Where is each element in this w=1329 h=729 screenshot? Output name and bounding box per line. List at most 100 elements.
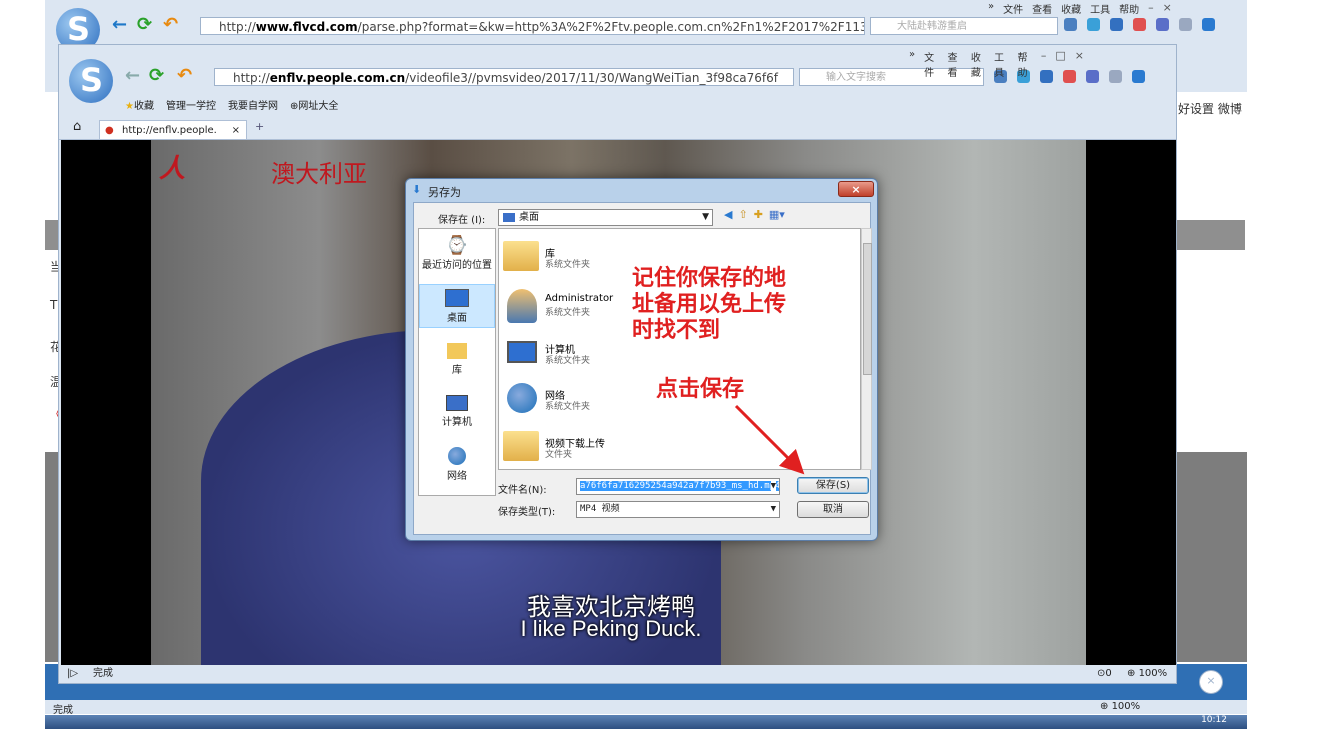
- scrollbar-thumb[interactable]: [863, 243, 872, 375]
- inner-undo-icon[interactable]: ↶: [177, 65, 192, 86]
- home-icon[interactable]: ⌂: [73, 119, 81, 134]
- inner-status-counter[interactable]: ⊙0: [1097, 665, 1112, 683]
- menu-favorites[interactable]: 收藏: [1061, 1, 1081, 16]
- undo-icon[interactable]: ↶: [163, 14, 178, 35]
- inner-menu-view[interactable]: 查看: [947, 49, 961, 79]
- network-icon: [448, 447, 466, 465]
- inner-mail-icon[interactable]: [1086, 70, 1099, 83]
- save-in-select[interactable]: 桌面 ▼: [498, 209, 713, 226]
- filetype-label: 保存类型(T):: [498, 507, 556, 518]
- channel-logo-icon: 人: [159, 154, 186, 184]
- tab-close-icon[interactable]: ×: [232, 121, 240, 140]
- bookmark-2[interactable]: 我要自学网: [228, 97, 278, 112]
- video-folder-icon: [503, 431, 539, 461]
- inner-url-path: /videofile3//pvmsvideo/2017/11/30/WangWe…: [405, 71, 778, 85]
- download-icon[interactable]: [1087, 18, 1100, 31]
- dialog-close-button[interactable]: ×: [838, 181, 874, 197]
- outer-status-zoom[interactable]: ⊕ 100%: [1100, 701, 1140, 712]
- go-back-icon[interactable]: ◀: [724, 208, 732, 221]
- file-list-scrollbar[interactable]: [861, 228, 872, 470]
- weibo-icon[interactable]: [1133, 18, 1146, 31]
- tab-label: http://enflv.people.: [122, 125, 217, 136]
- taskbar: 10:12: [45, 715, 1247, 729]
- inner-maximize-icon[interactable]: □: [1055, 49, 1065, 79]
- inner-menu-more[interactable]: »: [909, 49, 915, 79]
- star-icon: ★: [125, 101, 134, 112]
- place-network[interactable]: 网络: [419, 443, 495, 487]
- outer-search-input[interactable]: 大陆赴韩游重启: [870, 17, 1058, 35]
- inner-back-icon[interactable]: ←: [125, 65, 140, 86]
- filetype-select[interactable]: MP4 视频 ▼: [576, 501, 780, 518]
- inner-status-play-icon[interactable]: |▷: [67, 665, 78, 683]
- inner-tab-active[interactable]: ● http://enflv.people. ×: [99, 120, 247, 139]
- inner-menu-file[interactable]: 文件: [924, 49, 938, 79]
- up-folder-icon[interactable]: ⇧: [738, 208, 747, 221]
- inner-refresh-icon[interactable]: ⟳: [149, 65, 164, 86]
- menu-tools[interactable]: 工具: [1090, 1, 1110, 16]
- inner-status-counter-value: 0: [1105, 668, 1112, 679]
- inner-arrow-down-icon[interactable]: [1132, 70, 1145, 83]
- outer-right-links[interactable]: 好设置 微博: [1178, 100, 1242, 117]
- inner-close-icon[interactable]: ×: [1075, 49, 1084, 79]
- inner-menu-bar: » 文件 查看 收藏 工具 帮助 – □ ×: [909, 49, 1084, 79]
- remember-note-line-1: 记住你保存的地: [632, 265, 787, 291]
- network-folder-icon: [507, 383, 537, 413]
- bookmark-1[interactable]: 管理一学控: [166, 97, 216, 112]
- menu-help[interactable]: 帮助: [1119, 1, 1139, 16]
- new-folder-icon[interactable]: ✚: [754, 208, 763, 221]
- new-tab-button[interactable]: +: [255, 120, 264, 133]
- inner-url-domain: enflv.people.com.cn: [269, 71, 406, 85]
- library-icon: [447, 343, 467, 359]
- filename-value: a76f6fa716295254a942a7f7b93_ms_hd.mp4: [580, 481, 780, 491]
- screenshot-icon[interactable]: [1110, 18, 1123, 31]
- bookmark-favorites[interactable]: ★收藏: [125, 97, 154, 112]
- refresh-icon[interactable]: ⟳: [137, 14, 152, 35]
- view-menu-icon[interactable]: ▦▾: [769, 208, 785, 221]
- filename-input[interactable]: a76f6fa716295254a942a7f7b93_ms_hd.mp4 ▼: [576, 478, 780, 495]
- arrow-down-icon[interactable]: [1202, 18, 1215, 31]
- outer-zoom-value: 100%: [1111, 701, 1141, 712]
- bookmark-3[interactable]: ⊕网址大全: [290, 97, 338, 112]
- close-circle-icon[interactable]: ×: [1199, 670, 1223, 694]
- close-icon[interactable]: ×: [1163, 1, 1172, 16]
- emoji-icon[interactable]: [1179, 18, 1192, 31]
- place-library[interactable]: 库: [419, 339, 495, 383]
- cut-icon[interactable]: [1064, 18, 1077, 31]
- inner-menu-favorites[interactable]: 收藏: [971, 49, 985, 79]
- bookmark-3-label: 网址大全: [298, 101, 339, 112]
- minimize-icon[interactable]: –: [1148, 1, 1154, 16]
- filetype-value: MP4 视频: [580, 504, 620, 514]
- inner-menu-help[interactable]: 帮助: [1018, 49, 1032, 79]
- outer-address-bar[interactable]: http://www.flvcd.com/parse.php?format=&k…: [200, 17, 865, 35]
- places-bar: ⌚ 最近访问的位置 桌面 库 计算机 网络: [418, 228, 496, 496]
- place-recent[interactable]: ⌚ 最近访问的位置: [419, 235, 495, 279]
- dialog-title: 另存为: [428, 186, 461, 199]
- url-prefix: http://: [219, 20, 256, 34]
- menu-view[interactable]: 查看: [1032, 1, 1052, 16]
- menu-more[interactable]: »: [988, 1, 994, 16]
- recent-places-icon: ⌚: [445, 235, 469, 256]
- inner-menu-tools[interactable]: 工具: [994, 49, 1008, 79]
- place-desktop[interactable]: 桌面: [419, 284, 495, 328]
- inner-emoji-icon[interactable]: [1109, 70, 1122, 83]
- file-type: 文件夹: [545, 450, 573, 460]
- file-type: 系统文件夹: [545, 308, 591, 318]
- menu-file[interactable]: 文件: [1003, 1, 1023, 16]
- back-icon[interactable]: ←: [112, 14, 127, 35]
- dialog-download-icon: ⬇: [412, 183, 422, 196]
- inner-minimize-icon[interactable]: –: [1041, 49, 1047, 79]
- url-path: /parse.php?format=&kw=http%3A%2F%2Ftv.pe…: [357, 20, 865, 34]
- place-network-label: 网络: [447, 471, 467, 482]
- inner-browser-logo-icon[interactable]: S: [69, 59, 113, 103]
- filename-chevron-down-icon[interactable]: ▼: [770, 479, 776, 494]
- inner-status-zoom[interactable]: ⊕ 100%: [1127, 665, 1167, 683]
- cancel-button[interactable]: 取消: [797, 501, 869, 518]
- filetype-chevron-down-icon: ▼: [770, 504, 776, 514]
- place-computer[interactable]: 计算机: [419, 391, 495, 435]
- click-save-note: 点击保存: [656, 376, 745, 402]
- bookmark-favorites-label: 收藏: [133, 101, 154, 112]
- mail-icon[interactable]: [1156, 18, 1169, 31]
- inner-search-placeholder: 输入文字搜索: [826, 72, 886, 83]
- inner-address-bar[interactable]: http://enflv.people.com.cn/videofile3//p…: [214, 68, 794, 86]
- bookmark-bar: ★收藏 管理一学控 我要自学网 ⊕网址大全: [125, 97, 338, 112]
